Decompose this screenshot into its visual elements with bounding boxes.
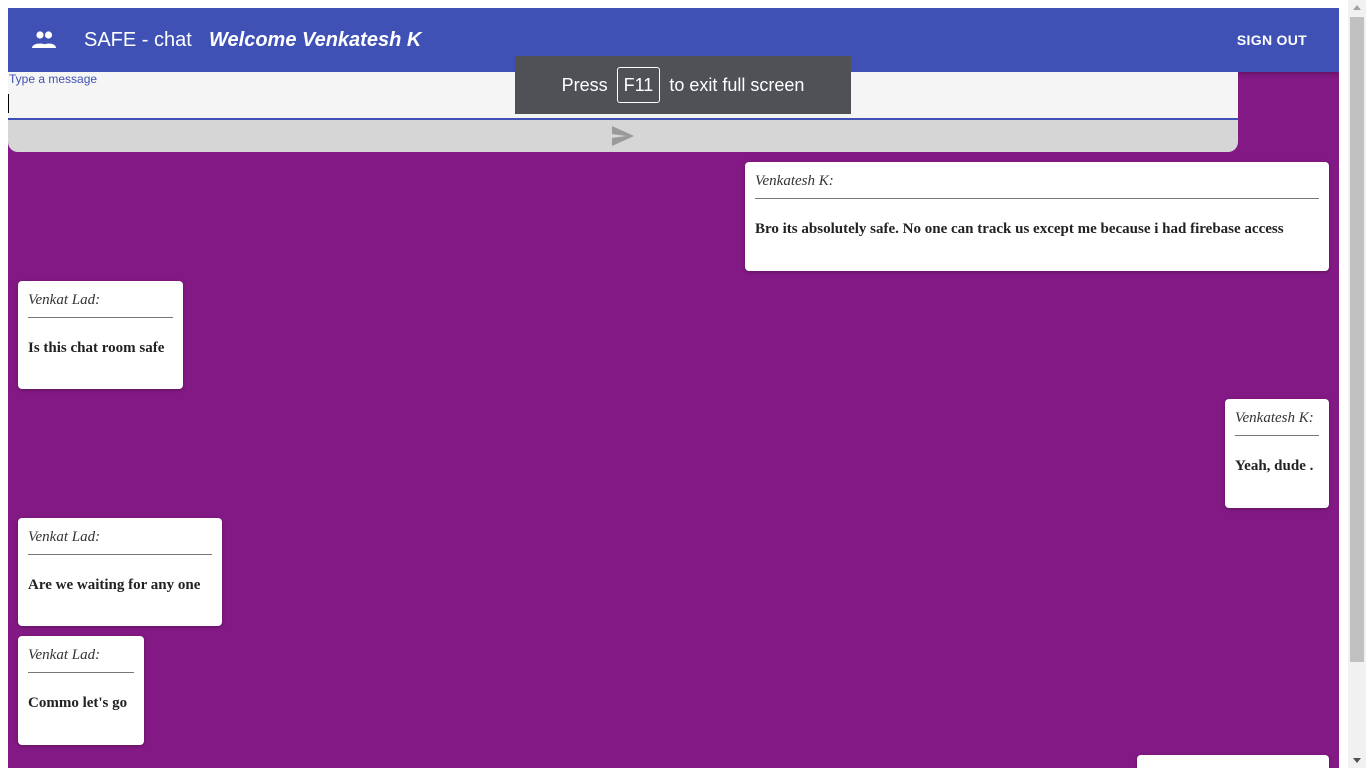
app-title: SAFE - chat (84, 29, 192, 51)
message-author: Venkatesh K: (755, 172, 1319, 199)
toast-text-before: Press (561, 74, 608, 95)
fullscreen-toast: Press F11 to exit full screen (515, 56, 851, 114)
message-card: Venkat Lad: Are we waiting for any one (18, 518, 222, 626)
scroll-down-icon[interactable] (1353, 758, 1361, 763)
people-icon[interactable] (32, 30, 56, 50)
page-scrollbar[interactable] (1348, 0, 1366, 768)
message-text: Are we waiting for any one (28, 577, 201, 593)
message-author: Venkatesh K: (1235, 409, 1319, 436)
message-card: Venkat Lad: Commo let's go (18, 636, 144, 745)
message-text: Yeah, dude . (1235, 458, 1314, 474)
send-icon[interactable] (612, 126, 634, 146)
chat-app: SAFE - chat Welcome Venkatesh K SIGN OUT… (8, 8, 1339, 768)
message-card-partial (1137, 755, 1329, 768)
message-author: Venkat Lad: (28, 646, 134, 673)
message-card: Venkatesh K: Yeah, dude . (1225, 399, 1329, 508)
text-caret (8, 94, 9, 113)
message-card: Venkatesh K: Bro its absolutely safe. No… (745, 162, 1329, 271)
welcome-text: Welcome Venkatesh K (209, 29, 422, 51)
message-input-label: Type a message (9, 72, 98, 86)
toast-key: F11 (616, 67, 661, 103)
message-author: Venkat Lad: (28, 291, 173, 318)
scroll-up-icon[interactable] (1353, 5, 1361, 10)
message-card: Venkat Lad: Is this chat room safe (18, 281, 183, 389)
message-text: Commo let's go (28, 695, 128, 711)
toast-text-after: to exit full screen (669, 74, 805, 95)
message-text: Bro its absolutely safe. No one can trac… (755, 221, 1284, 237)
message-author: Venkat Lad: (28, 528, 212, 555)
sign-out-button[interactable]: SIGN OUT (1237, 31, 1307, 49)
scrollbar-thumb[interactable] (1350, 17, 1364, 662)
message-text: Is this chat room safe (28, 340, 165, 356)
